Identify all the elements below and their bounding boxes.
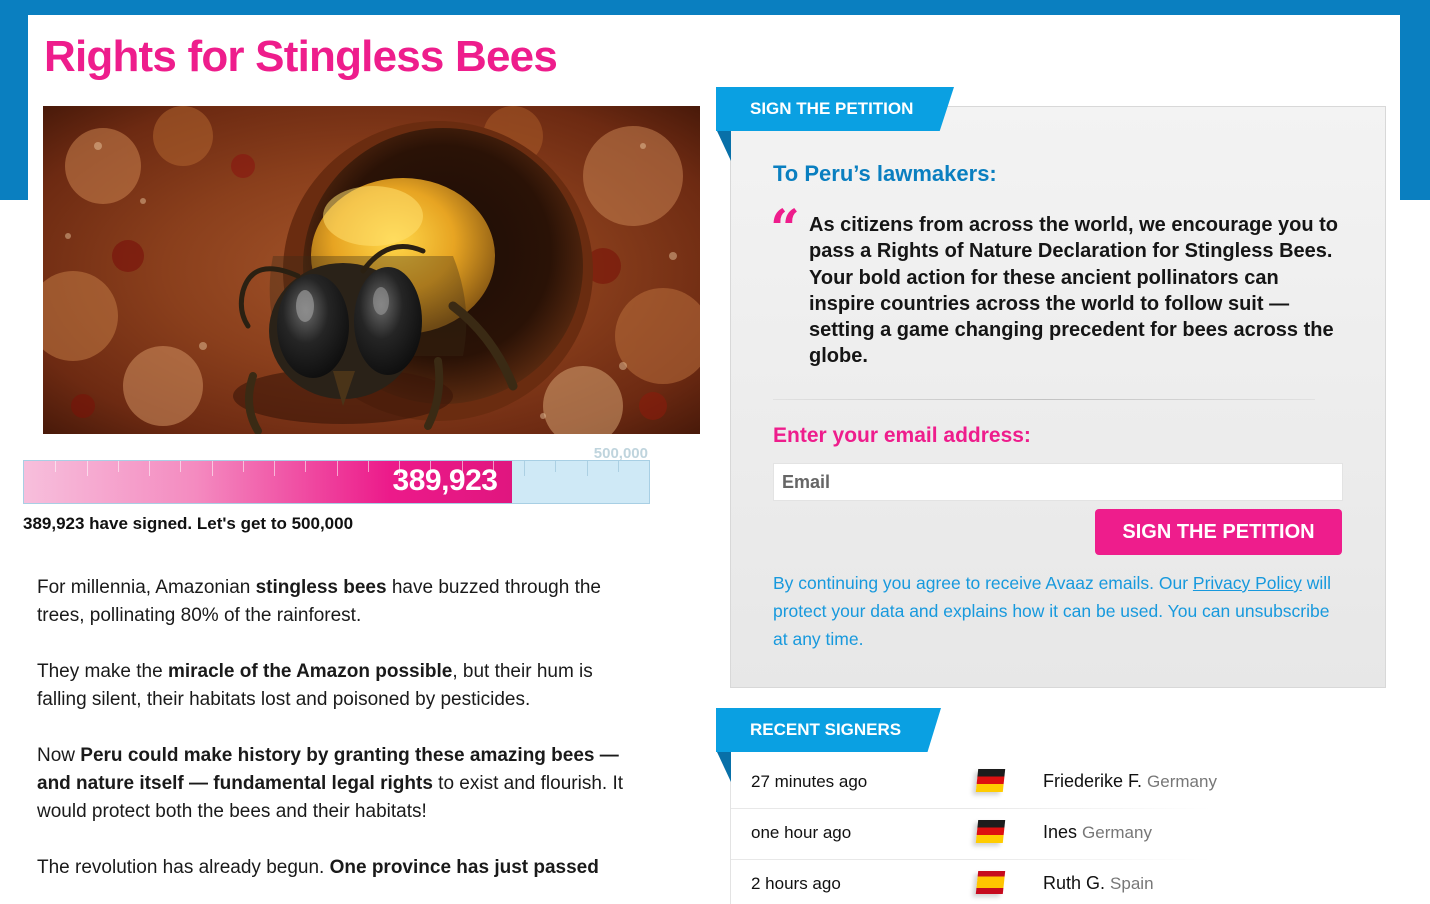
progress-tick xyxy=(242,461,244,472)
progress-tick xyxy=(180,461,182,472)
progress-tick xyxy=(430,461,432,472)
progress-tick xyxy=(617,461,619,472)
page-title: Rights for Stingless Bees xyxy=(44,32,558,81)
petition-text: As citizens from across the world, we en… xyxy=(809,214,1339,368)
progress-tick xyxy=(555,461,557,472)
progress-tick xyxy=(524,461,525,476)
signer-time: 27 minutes ago xyxy=(751,772,868,791)
sign-petition-button[interactable]: SIGN THE PETITION xyxy=(1095,509,1342,555)
recent-signers-ribbon: RECENT SIGNERS xyxy=(716,708,941,752)
sign-petition-ribbon: SIGN THE PETITION xyxy=(716,87,954,131)
progress-ticks xyxy=(24,461,649,503)
petition-addressee: To Peru’s lawmakers: xyxy=(773,161,997,186)
recent-signers-list: 27 minutes ago Friederike F. Germany one… xyxy=(730,726,1386,904)
germany-flag-icon xyxy=(975,769,1006,792)
signature-progress: 500,000 389,923 389,923 have signed. Let… xyxy=(23,445,650,533)
progress-tick xyxy=(305,461,307,472)
progress-tick xyxy=(55,461,57,472)
signer-time: one hour ago xyxy=(751,823,852,842)
quote-mark-icon: “ xyxy=(770,199,800,260)
progress-tick xyxy=(211,461,213,476)
description-paragraph: They make the miracle of the Amazon poss… xyxy=(37,661,593,710)
progress-tick xyxy=(492,461,494,472)
description-paragraph: The revolution has already begun. One pr… xyxy=(37,857,599,878)
progress-tick xyxy=(461,461,463,476)
germany-flag-icon xyxy=(975,820,1006,843)
privacy-policy-link[interactable]: Privacy Policy xyxy=(1193,573,1302,593)
hero-image xyxy=(43,106,700,434)
progress-bar: 389,923 xyxy=(23,460,650,504)
progress-tick xyxy=(149,461,150,476)
ribbon-fold xyxy=(717,131,731,161)
progress-tick xyxy=(86,461,88,476)
stingless-bee-photo xyxy=(43,106,700,434)
signer-name: Friederike F. Germany xyxy=(1043,771,1217,791)
email-label: Enter your email address: xyxy=(773,424,1031,447)
progress-tick xyxy=(336,461,338,476)
privacy-disclaimer: By continuing you agree to receive Avaaz… xyxy=(773,573,1331,649)
panel-divider xyxy=(773,399,1315,400)
spain-flag-icon xyxy=(975,871,1006,894)
signer-row: one hour ago Ines Germany xyxy=(731,809,1387,860)
ribbon-fold xyxy=(717,752,731,782)
progress-caption: 389,923 have signed. Let's get to 500,00… xyxy=(23,514,354,533)
progress-tick xyxy=(117,461,119,472)
signer-time: 2 hours ago xyxy=(751,874,841,893)
email-input[interactable] xyxy=(773,463,1343,501)
signer-row: 2 hours ago Ruth G. Spain xyxy=(731,860,1387,904)
progress-tick xyxy=(399,461,400,476)
signer-row: 27 minutes ago Friederike F. Germany xyxy=(731,758,1387,809)
signer-name: Ruth G. Spain xyxy=(1043,873,1154,893)
signer-name: Ines Germany xyxy=(1043,822,1152,842)
progress-tick xyxy=(274,461,275,476)
campaign-description: For millennia, Amazonian stingless bees … xyxy=(37,574,647,904)
progress-tick xyxy=(586,461,588,476)
progress-tick xyxy=(367,461,369,472)
description-paragraph: For millennia, Amazonian stingless bees … xyxy=(37,577,601,626)
description-paragraph: Now Peru could make history by granting … xyxy=(37,745,623,822)
